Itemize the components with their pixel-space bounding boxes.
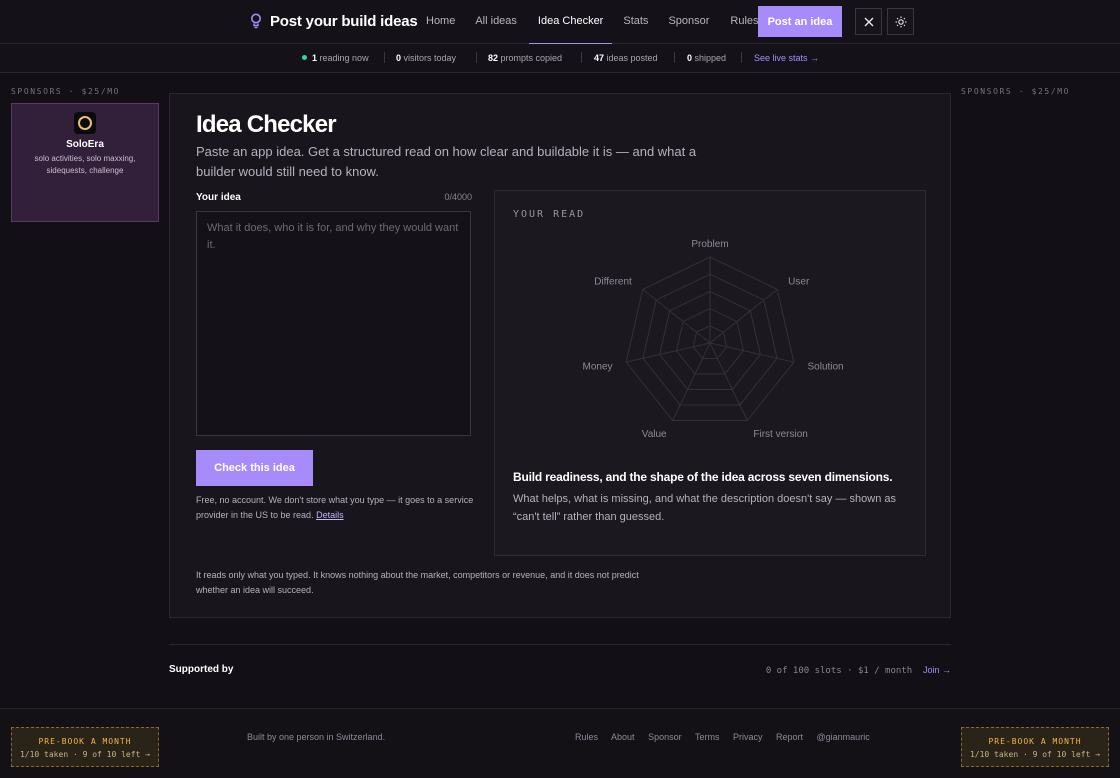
post-idea-button[interactable]: Post an idea [758,6,842,37]
left-sponsors-label: SPONSORS · $25/MO [11,87,121,96]
live-dot-icon [302,55,307,60]
read-heading: Build readiness, and the shape of the id… [513,470,893,484]
footer-link-sponsor[interactable]: Sponsor [648,732,682,742]
footer-link-terms[interactable]: Terms [695,732,720,742]
stat-divider [674,52,675,63]
stat-divider [741,52,742,63]
your-read-title: YOUR READ [513,209,586,220]
stat-shipped: 0 shipped [687,53,727,63]
radar-axis [709,342,748,421]
supporter-slots: 0 of 100 slots · $1 / month Join → [765,665,951,676]
nav-home[interactable]: Home [426,0,455,44]
stat-divider [384,52,385,63]
join-link[interactable]: Join → [923,665,951,675]
nav-rules[interactable]: Rules [730,0,758,44]
supported-by-label: Supported by [169,664,234,675]
theme-toggle-button[interactable] [887,8,914,35]
nav-all-ideas[interactable]: All ideas [475,0,517,44]
page-title: Idea Checker [196,111,337,138]
footer: PRE-BOOK A MONTH 1/10 taken · 9 of 10 le… [0,708,1120,778]
radar-dimension-label: User [788,277,810,288]
sun-icon [895,16,906,27]
prebook-subtitle: 1/10 taken · 9 of 10 left → [969,750,1101,759]
main-nav: Home All ideas Idea Checker Stats Sponso… [426,0,759,44]
x-profile-button[interactable] [855,8,882,35]
nav-idea-checker[interactable]: Idea Checker [528,0,613,44]
prebook-subtitle: 1/10 taken · 9 of 10 left → [19,750,151,759]
lightbulb-icon [251,13,261,29]
radar-dimension-label: Different [594,277,632,288]
idea-input-label: Your idea [196,192,241,203]
sponsor-card[interactable]: SoloEra solo activities, solo maxxing, s… [11,103,159,222]
your-read-panel: YOUR READ Problem User Solution First versi… [494,190,926,556]
stat-reading-now: 1 reading now [302,53,369,63]
footer-link-privacy[interactable]: Privacy [733,732,763,742]
radar-dimension-label: Problem [691,239,728,250]
brand[interactable]: Post your build ideas [250,12,418,30]
prebook-title: PRE-BOOK A MONTH [38,737,132,746]
top-header: Post your build ideas Home All ideas Ide… [0,0,1120,44]
stats-bar: 1 reading now 0 visitors today 82 prompt… [0,44,1120,73]
nav-stats[interactable]: Stats [623,0,648,44]
radar-axis [672,342,711,421]
footer-link-report[interactable]: Report [776,732,803,742]
stat-prompts: 82 prompts copied [488,53,563,63]
footer-links: Rules About Sponsor Terms Privacy Report… [575,732,870,742]
prebook-title: PRE-BOOK A MONTH [988,737,1082,746]
check-idea-button[interactable]: Check this idea [196,450,313,486]
radar-dimension-label: First version [753,429,807,440]
stat-divider [581,52,582,63]
radar-dimension-label: Solution [807,361,843,372]
footer-link-rules[interactable]: Rules [575,732,598,742]
site-title: Post your build ideas [270,12,418,30]
footer-link-about[interactable]: About [611,732,635,742]
prebook-right-button[interactable]: PRE-BOOK A MONTH 1/10 taken · 9 of 10 le… [961,727,1109,767]
prebook-left-button[interactable]: PRE-BOOK A MONTH 1/10 taken · 9 of 10 le… [11,727,159,767]
stat-visitors: 0 visitors today [396,53,457,63]
footer-link-gianmauric[interactable]: @gianmauric [817,732,870,742]
footer-credit: Built by one person in Switzerland. [247,732,386,742]
page-subtitle: Paste an app idea. Get a structured read… [196,144,697,179]
sponsor-logo-icon [74,112,96,134]
privacy-note: Free, no account. We don't store what yo… [196,495,474,520]
see-live-stats-link[interactable]: See live stats → [754,53,819,63]
radar-chart: Problem User Solution First version Value Mon… [582,239,843,440]
disclaimer: It reads only what you typed. It knows n… [196,570,639,595]
stat-ideas: 47 ideas posted [594,53,658,63]
privacy-details-link[interactable]: Details [316,510,344,520]
idea-textarea[interactable] [196,211,471,436]
radar-dimension-label: Value [642,429,667,440]
sponsor-description: solo activities, solo maxxing, sidequest… [34,154,136,175]
nav-sponsor[interactable]: Sponsor [668,0,709,44]
x-logo-icon [864,17,873,26]
radar-dimension-label: Money [582,361,612,372]
char-counter: 0/4000 [444,192,472,202]
section-divider [169,644,951,645]
sponsor-name: SoloEra [66,139,104,150]
read-description: What helps, what is missing, and what th… [513,493,897,523]
stat-divider [476,52,477,63]
idea-checker-card: Idea Checker Paste an app idea. Get a st… [169,93,951,618]
right-sponsors-label: SPONSORS · $25/MO [961,87,1071,96]
